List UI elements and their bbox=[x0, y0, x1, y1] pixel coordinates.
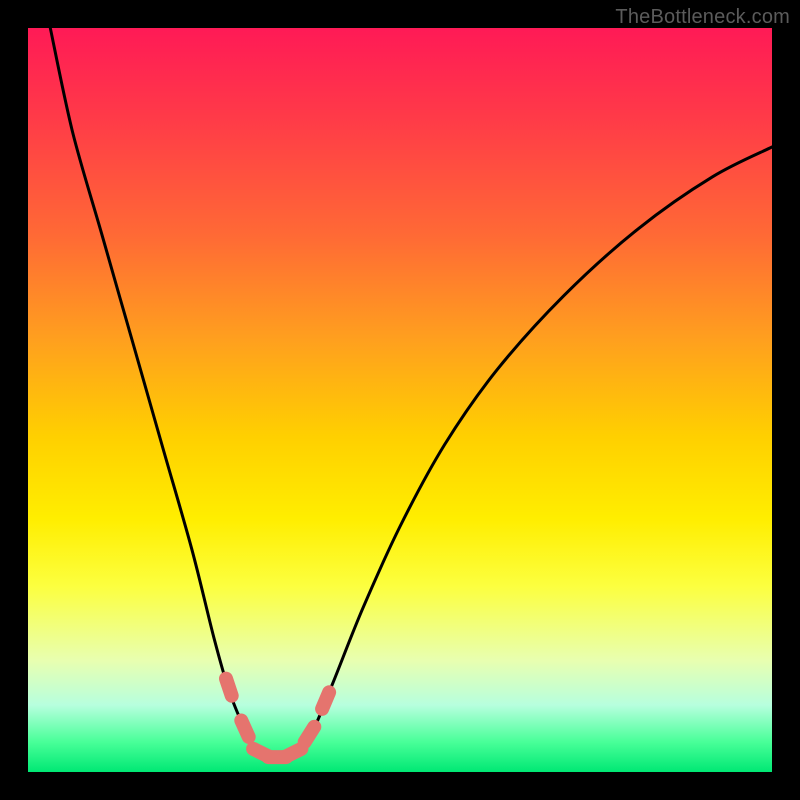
highlight-marker bbox=[226, 679, 232, 696]
highlight-marker bbox=[322, 692, 329, 709]
bottleneck-curve bbox=[50, 28, 772, 758]
chart-svg bbox=[28, 28, 772, 772]
watermark-text: TheBottleneck.com bbox=[615, 6, 790, 29]
highlight-marker bbox=[285, 749, 301, 757]
chart-stage: TheBottleneck.com bbox=[0, 0, 800, 800]
plot-area bbox=[28, 28, 772, 772]
highlight-marker bbox=[241, 721, 248, 737]
highlight-marker bbox=[305, 727, 315, 742]
highlight-markers bbox=[226, 679, 329, 758]
